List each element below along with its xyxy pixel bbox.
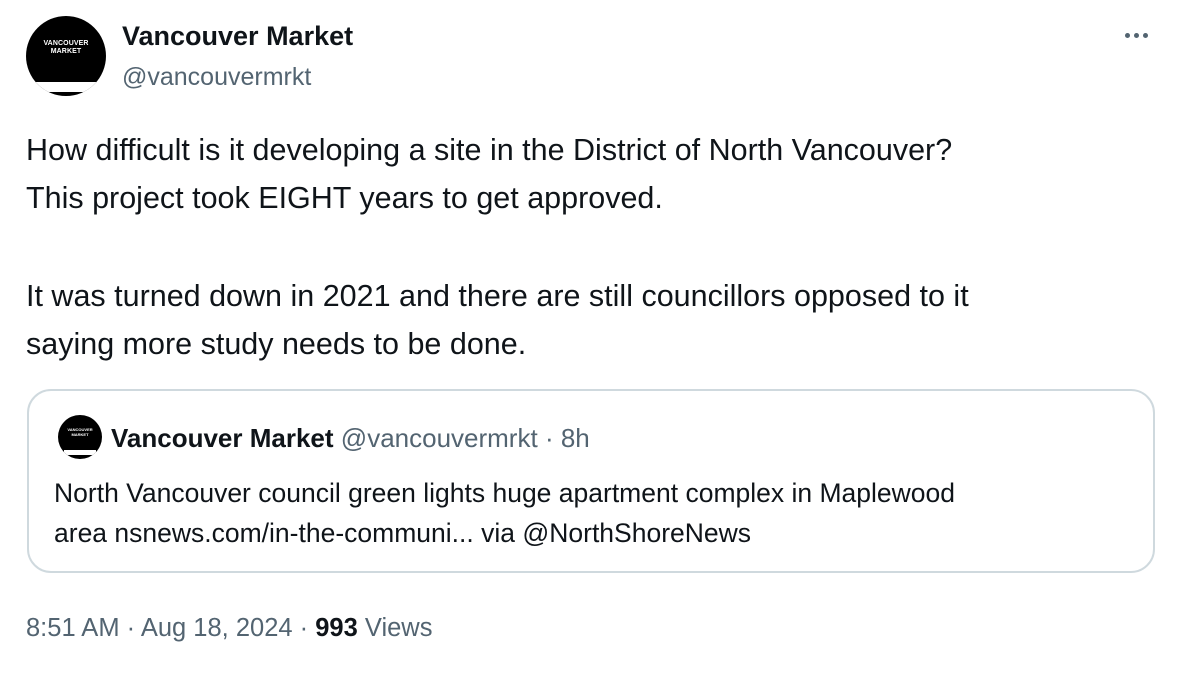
tweet-meta: 8:51 AM · Aug 18, 2024 · 993 Views (26, 610, 432, 646)
tweet-text-line: How difficult is it developing a site in… (26, 133, 953, 167)
tweet-text: How difficult is it developing a site in… (26, 126, 1166, 368)
tweet-date[interactable]: Aug 18, 2024 (141, 614, 293, 642)
quoted-author-handle[interactable]: @vancouvermrkt (341, 423, 538, 453)
quoted-tweet-line: North Vancouver council green lights hug… (54, 478, 956, 508)
author-avatar[interactable]: VANCOUVER MARKET (26, 16, 106, 96)
tweet-text-line: saying more study needs to be done. (26, 327, 527, 361)
tweet: VANCOUVER MARKET Vancouver Market @vanco… (0, 0, 1188, 674)
quoted-tweet-text: North Vancouver council green lights hug… (54, 473, 1134, 553)
quoted-tweet-card[interactable]: VANCOUVER MARKET Vancouver Market @vanco… (27, 389, 1155, 573)
quoted-tweet-header: Vancouver Market @vancouvermrkt · 8h (111, 421, 590, 455)
avatar-logo-bar (36, 82, 96, 92)
tweet-text-line: It was turned down in 2021 and there are… (26, 279, 969, 313)
avatar-logo-text: VANCOUVER MARKET (43, 40, 89, 55)
views-count: 993 (315, 614, 358, 642)
quoted-tweet-line: area nsnews.com/in-the-communi... via @N… (54, 518, 752, 548)
author-name[interactable]: Vancouver Market (122, 18, 353, 54)
tweet-text-line: This project took EIGHT years to get app… (26, 181, 663, 215)
quoted-author-avatar[interactable]: VANCOUVER MARKET (58, 415, 102, 459)
quoted-author-name[interactable]: Vancouver Market (111, 423, 334, 453)
meta-separator: · (299, 614, 309, 642)
header-separator: · (544, 423, 554, 453)
more-horizontal-icon (1142, 32, 1148, 38)
quoted-tweet-time[interactable]: 8h (561, 423, 590, 453)
more-horizontal-icon (1124, 32, 1130, 38)
author-handle[interactable]: @vancouvermrkt (122, 60, 311, 94)
tweet-time[interactable]: 8:51 AM (26, 614, 120, 642)
avatar-logo-bar (64, 450, 96, 455)
more-options-button[interactable] (1116, 20, 1156, 50)
more-horizontal-icon (1133, 32, 1139, 38)
avatar-logo-text: VANCOUVER MARKET (67, 427, 93, 437)
meta-separator: · (126, 614, 136, 642)
views-label: Views (364, 614, 433, 642)
